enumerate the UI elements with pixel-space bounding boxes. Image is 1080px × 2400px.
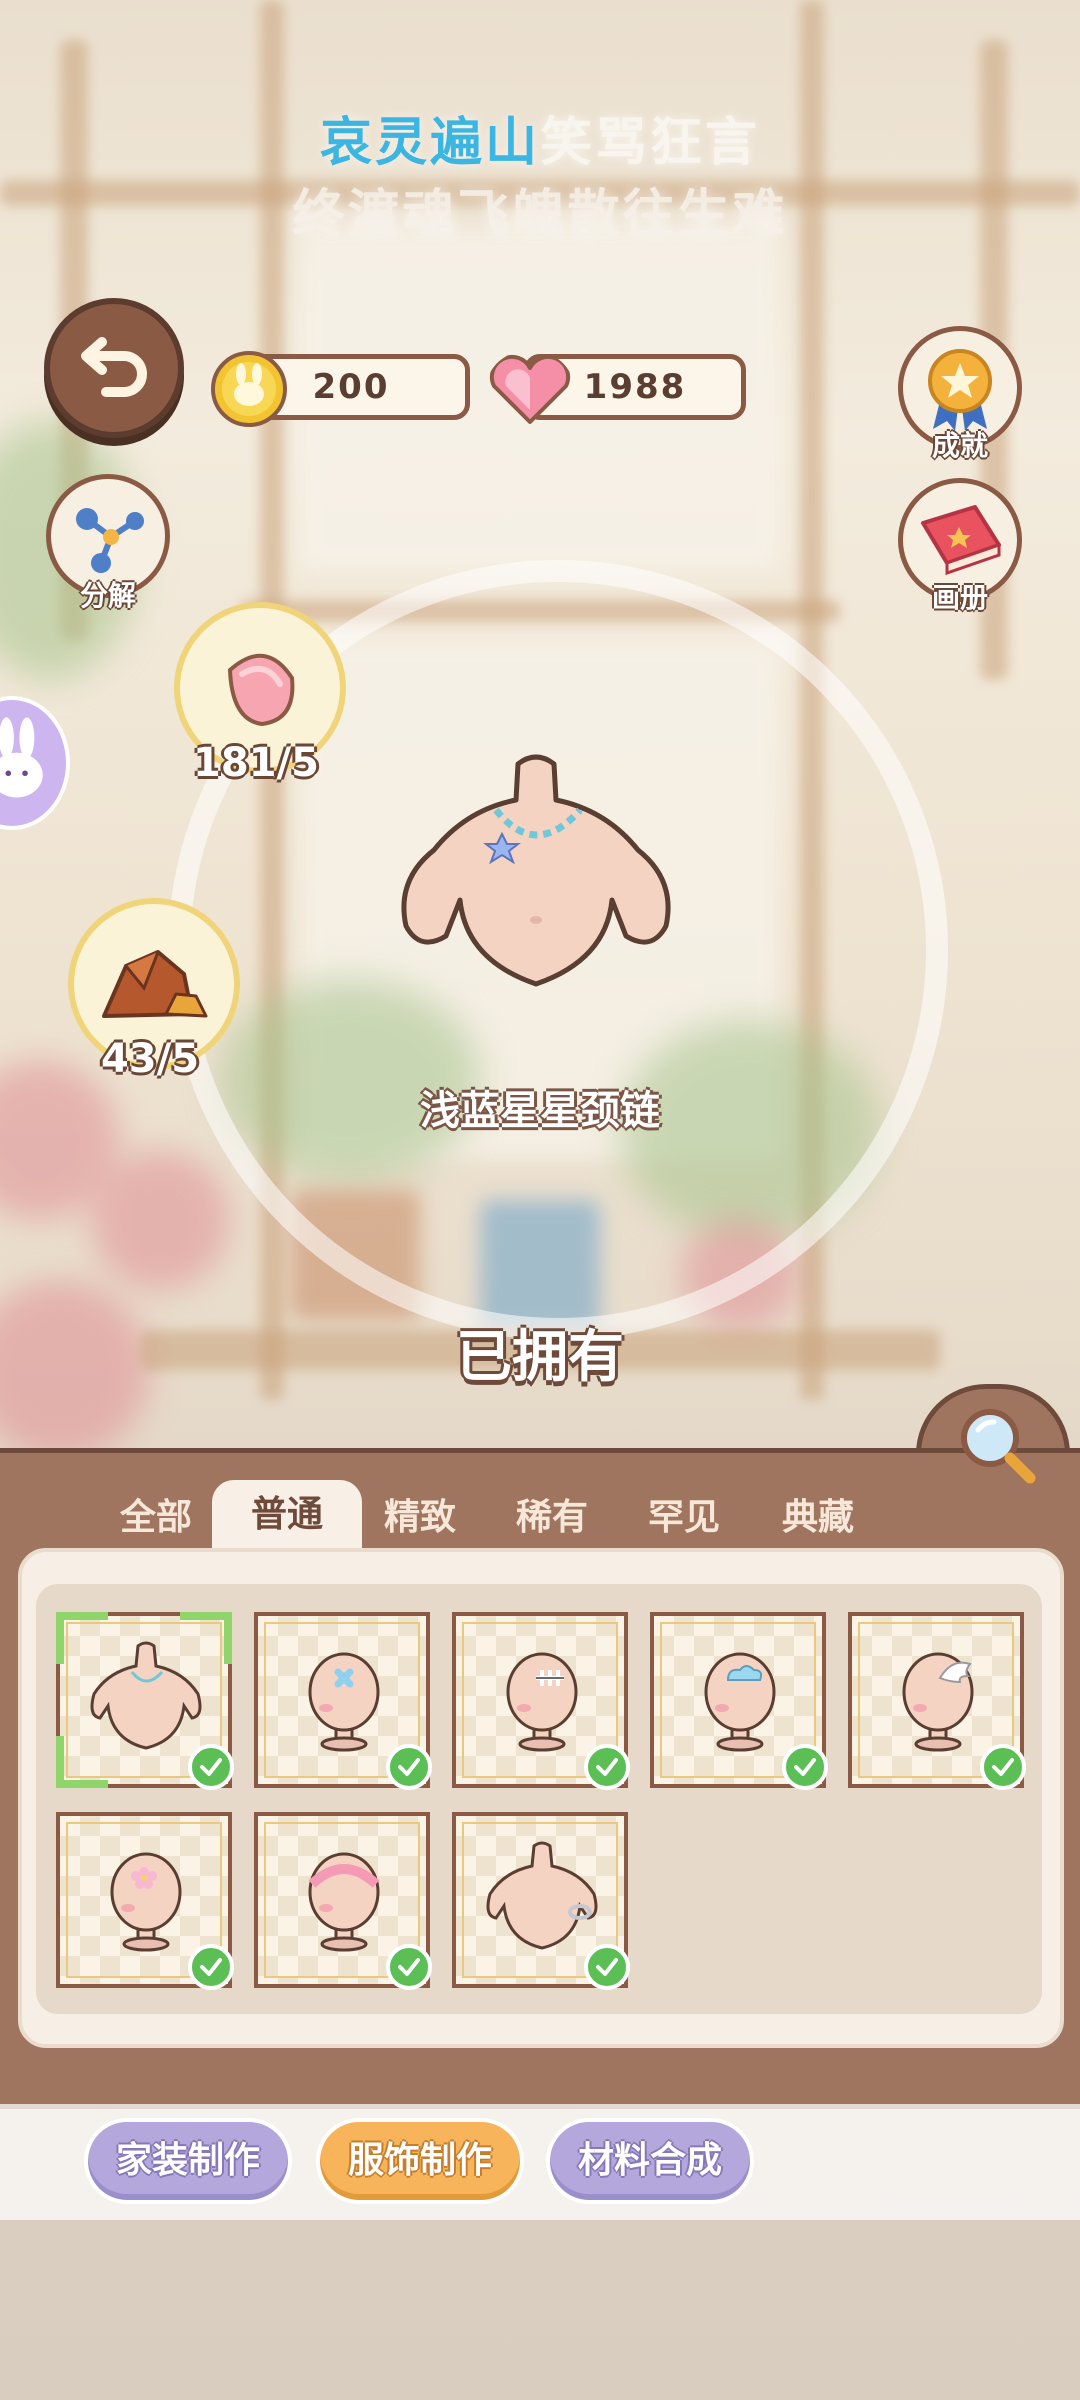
necklace-preview-image — [401, 754, 671, 987]
inventory-item-fishbone-hairclip[interactable] — [452, 1612, 630, 1790]
tab-rare[interactable]: 稀有 — [492, 1488, 612, 1548]
fishbone-hairclip-thumb-icon — [506, 1652, 578, 1752]
tab-all[interactable]: 全部 — [96, 1488, 216, 1548]
lyric-line-1-rest: 笑骂狂言 — [540, 113, 761, 173]
floating-bunny-assistant[interactable] — [0, 696, 70, 830]
tab-uncommon[interactable]: 罕见 — [624, 1488, 744, 1548]
inventory-item-cloud-hairclip[interactable] — [650, 1612, 828, 1790]
tab-normal[interactable]: 普通 — [212, 1480, 362, 1548]
selection-corner — [56, 1736, 108, 1788]
blue-hairclip-thumb-icon — [308, 1652, 380, 1752]
decompose-label: 分解 — [79, 579, 136, 612]
selection-corner — [180, 1612, 232, 1664]
clothing-craft-button[interactable]: 服饰制作 — [316, 2118, 524, 2204]
lyric-line-2: 终渡魂飞魄散往生难 — [292, 185, 788, 245]
search-icon[interactable] — [952, 1400, 1038, 1486]
pink-headband-thumb-icon — [308, 1852, 380, 1952]
owned-check-icon — [980, 1744, 1026, 1790]
bunny-coin-icon — [211, 351, 287, 427]
selection-corner — [56, 1612, 108, 1664]
owned-check-icon — [584, 1744, 630, 1790]
inventory-item-necklace[interactable] — [56, 1612, 234, 1790]
owned-check-icon — [386, 1744, 432, 1790]
owned-check-icon — [188, 1744, 234, 1790]
copper-ore-count: 43/5 — [100, 1036, 200, 1082]
preview-item-name: 浅蓝星星颈链 — [420, 1088, 660, 1134]
achievement-label: 成就 — [931, 429, 988, 462]
bunny-icon — [0, 717, 43, 798]
owned-status: 已拥有 — [456, 1325, 624, 1390]
lyric-line-1: 哀灵遍山笑骂狂言 — [0, 100, 1080, 175]
owned-check-icon — [584, 1944, 630, 1990]
album-label: 画册 — [931, 581, 988, 614]
cloud-hairclip-thumb-icon — [704, 1652, 776, 1752]
silver-bracelet-thumb-icon — [486, 1841, 598, 1950]
material-synth-button[interactable]: 材料合成 — [546, 2118, 754, 2204]
inventory-item-flower-hairclip[interactable] — [56, 1812, 234, 1990]
heart-gem-icon — [489, 354, 571, 424]
lyric-line-1-highlight: 哀灵遍山 — [319, 113, 540, 173]
inventory-item-pink-headband[interactable] — [254, 1812, 432, 1990]
home-craft-button[interactable]: 家装制作 — [84, 2118, 292, 2204]
inventory-item-blue-hairclip[interactable] — [254, 1612, 432, 1790]
inventory-item-silver-bracelet[interactable] — [452, 1812, 630, 1990]
return-arrow-icon — [81, 337, 147, 397]
inventory-item-wing-hairclip[interactable] — [848, 1612, 1026, 1790]
back-button[interactable] — [44, 298, 184, 438]
tab-collection[interactable]: 典藏 — [758, 1488, 878, 1548]
owned-check-icon — [386, 1944, 432, 1990]
flower-hairclip-thumb-icon — [110, 1852, 182, 1952]
owned-check-icon — [782, 1744, 828, 1790]
wing-hairclip-thumb-icon — [902, 1652, 974, 1752]
tab-fine[interactable]: 精致 — [360, 1488, 480, 1548]
owned-check-icon — [188, 1944, 234, 1990]
petal-count: 181/5 — [193, 740, 319, 786]
